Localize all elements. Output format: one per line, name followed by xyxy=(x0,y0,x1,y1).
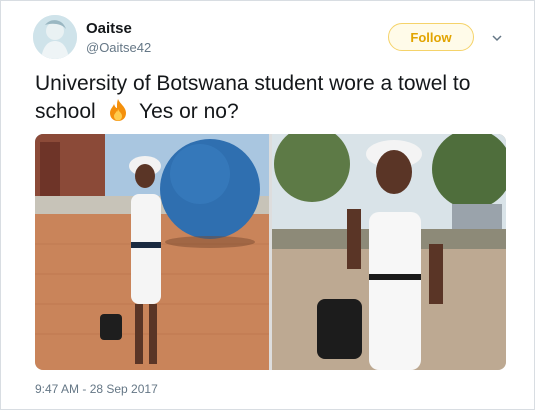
chevron-down-icon[interactable] xyxy=(492,33,502,43)
author-handle[interactable]: @Oaitse42 xyxy=(86,40,151,55)
tweet-photo-left[interactable] xyxy=(35,134,269,370)
fire-emoji-icon xyxy=(109,99,126,121)
avatar[interactable] xyxy=(33,15,77,59)
follow-button[interactable]: Follow xyxy=(388,23,474,51)
tweet-text-question: Yes or no? xyxy=(139,100,239,123)
author-display-name[interactable]: Oaitse xyxy=(86,20,132,37)
tweet-text: University of Botswana student wore a to… xyxy=(35,70,505,126)
tweet-media[interactable] xyxy=(35,134,506,370)
tweet-photo-right[interactable] xyxy=(272,134,506,370)
tweet-text-main: University of Botswana student wore a to… xyxy=(35,72,471,123)
tweet-timestamp[interactable]: 9:47 AM - 28 Sep 2017 xyxy=(35,382,158,396)
avatar-image xyxy=(33,15,77,59)
